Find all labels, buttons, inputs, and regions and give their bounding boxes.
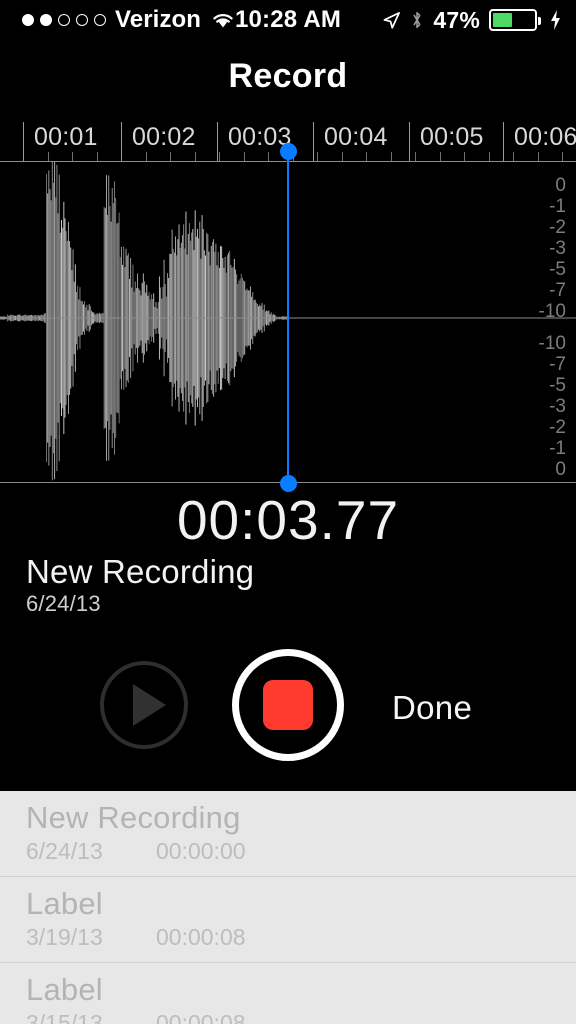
list-item-meta: 6/24/13 00:00:00 — [26, 838, 576, 865]
stop-square-icon — [263, 680, 313, 730]
ruler-tick-minor — [464, 152, 465, 161]
ruler-label: 00:05 — [420, 123, 484, 151]
db-label: -2 — [549, 217, 566, 238]
list-item-date: 3/15/13 — [26, 1009, 103, 1024]
db-label: -5 — [549, 375, 566, 396]
list-item-title: New Recording — [26, 800, 241, 835]
play-button[interactable] — [100, 661, 188, 749]
list-item-date: 6/24/13 — [26, 837, 103, 864]
status-bar-right: 47% — [382, 0, 562, 40]
ruler-tick-minor — [415, 152, 416, 161]
db-label: -10 — [538, 301, 566, 322]
ruler-tick-major — [313, 122, 314, 161]
recordings-list[interactable]: New Recording 6/24/13 00:00:00 Label 3/19/13… — [0, 788, 576, 1024]
ruler-tick-major — [217, 122, 218, 161]
db-label: -5 — [549, 259, 566, 280]
ruler-tick-minor — [513, 152, 514, 161]
list-item-duration: 00:00:08 — [156, 1009, 246, 1024]
ruler-tick-minor — [146, 152, 147, 161]
recording-title: New Recording — [26, 553, 255, 590]
ruler-tick-minor — [72, 152, 73, 161]
db-label: 0 — [555, 459, 566, 480]
list-item[interactable]: Label 3/15/13 00:00:08 — [0, 963, 576, 1024]
done-button[interactable]: Done — [392, 689, 472, 727]
db-label: -3 — [549, 396, 566, 417]
db-label: -7 — [549, 280, 566, 301]
play-icon — [132, 684, 166, 726]
record-stop-button[interactable] — [232, 649, 344, 761]
elapsed-time: 00:03.77 — [176, 489, 400, 551]
ruler-tick-minor — [244, 152, 245, 161]
list-item-duration: 00:00:08 — [156, 923, 246, 950]
ruler-tick-minor — [391, 152, 392, 161]
list-item-title: Label — [26, 886, 103, 921]
ruler-tick-minor — [268, 152, 269, 161]
ruler-tick-minor — [170, 152, 171, 161]
status-bar-clock: 10:28 AM — [234, 6, 342, 33]
db-label: -10 — [538, 333, 566, 354]
status-bar: Verizon 10:28 AM 47% — [0, 0, 576, 40]
db-label: -1 — [549, 196, 566, 217]
ruler-tick-major — [121, 122, 122, 161]
battery-percent-label: 47% — [433, 6, 480, 33]
db-label: -1 — [549, 438, 566, 459]
db-label: 0 — [555, 175, 566, 196]
decibel-scale: 0 -1 -2 -3 -5 -7 -10 -10 -7 -5 -3 -2 -1 0 — [496, 162, 566, 482]
ruler-tick-minor — [440, 152, 441, 161]
ruler-tick-major — [503, 122, 504, 161]
list-item-meta: 3/19/13 00:00:08 — [26, 924, 576, 951]
ruler-tick-minor — [48, 152, 49, 161]
ruler-tick-minor — [219, 152, 220, 161]
ruler-label: 00:04 — [324, 123, 388, 151]
ruler-tick-minor — [489, 152, 490, 161]
ruler-tick-minor — [366, 152, 367, 161]
location-arrow-icon — [383, 11, 401, 29]
playhead-line — [287, 147, 289, 483]
list-item-meta: 3/15/13 00:00:08 — [26, 1010, 576, 1024]
ruler-label: 00:01 — [34, 123, 98, 151]
ruler-tick-minor — [538, 152, 539, 161]
list-item[interactable]: Label 3/19/13 00:00:08 — [0, 877, 576, 963]
ruler-tick-major — [23, 122, 24, 161]
page-title: Record — [228, 56, 348, 95]
lightning-bolt-icon — [551, 10, 560, 30]
ruler-tick-minor — [562, 152, 563, 161]
recording-date: 6/24/13 — [26, 591, 101, 616]
transport-controls: Done — [0, 645, 576, 785]
list-item-title: Label — [26, 972, 103, 1007]
battery-fill — [493, 13, 512, 27]
navigation-bar: Record — [0, 40, 576, 112]
ruler-tick-minor — [342, 152, 343, 161]
ruler-tick-minor — [317, 152, 318, 161]
battery-icon — [489, 9, 541, 31]
db-label: -2 — [549, 417, 566, 438]
ruler-tick-major — [409, 122, 410, 161]
db-label: -7 — [549, 354, 566, 375]
ruler-label: 00:06 — [514, 123, 576, 151]
list-item-date: 3/19/13 — [26, 923, 103, 950]
db-label: -3 — [549, 238, 566, 259]
ruler-label: 00:02 — [132, 123, 196, 151]
list-item-duration: 00:00:00 — [156, 837, 246, 864]
voice-memos-record-screen: Verizon 10:28 AM 47% Record 00:01 00:02 … — [0, 0, 576, 1024]
ruler-tick-minor — [97, 152, 98, 161]
playhead-handle-top[interactable] — [279, 143, 297, 160]
bluetooth-icon — [413, 11, 421, 29]
ruler-tick-minor — [195, 152, 196, 161]
list-item[interactable]: New Recording 6/24/13 00:00:00 — [0, 791, 576, 877]
